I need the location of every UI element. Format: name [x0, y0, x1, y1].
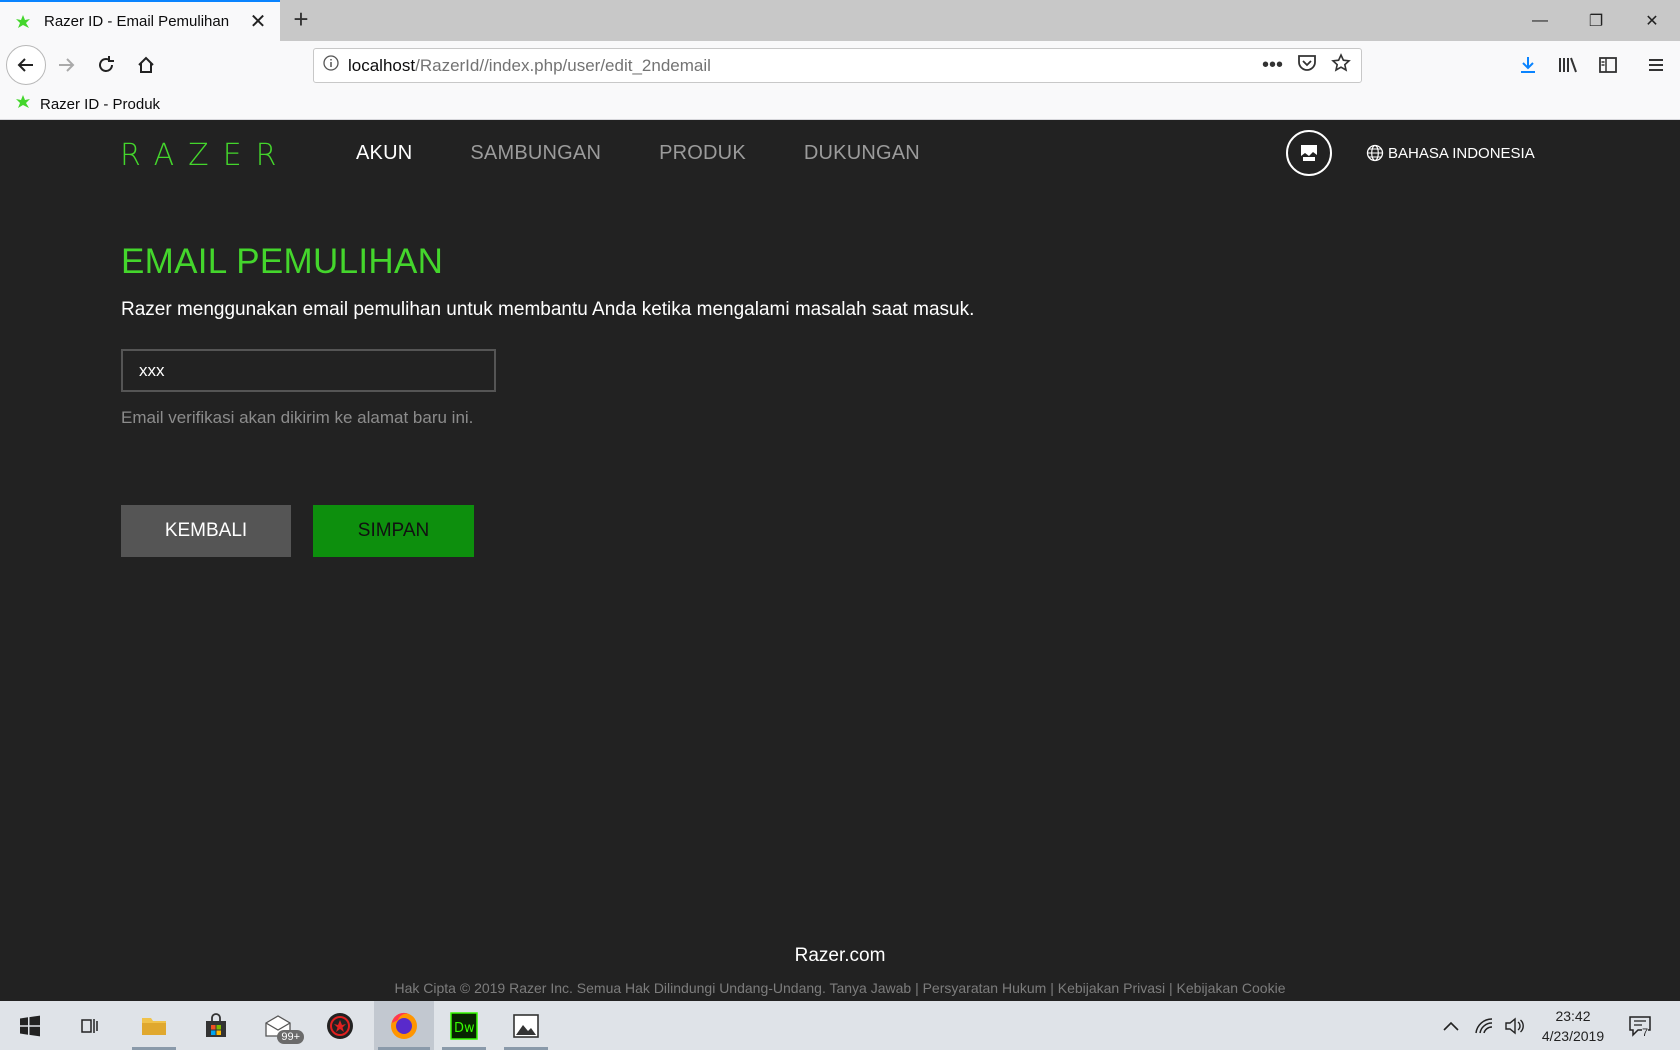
page-title: EMAIL PEMULIHAN: [121, 242, 444, 281]
windows-logo-icon: [20, 1015, 40, 1036]
razer-synapse-icon: [327, 1012, 353, 1039]
store-icon: [206, 1012, 226, 1037]
windows-taskbar: 99+ Dw 23:42 4/23/2019 7: [0, 1001, 1680, 1050]
restore-icon[interactable]: ❐: [1568, 0, 1624, 41]
nav-sambungan[interactable]: SAMBUNGAN: [470, 142, 601, 165]
taskbar-store[interactable]: [190, 1001, 242, 1050]
volume-icon[interactable]: [1504, 1001, 1526, 1050]
start-button[interactable]: [4, 1001, 56, 1050]
hamburger-menu-icon: [1649, 59, 1663, 71]
reload-button[interactable]: [88, 47, 124, 83]
back-button-kembali[interactable]: KEMBALI: [121, 505, 291, 557]
url-bar[interactable]: localhost/RazerId//index.php/user/edit_2…: [313, 48, 1362, 83]
download-icon: [1521, 57, 1535, 73]
page-actions-icon[interactable]: •••: [1262, 54, 1283, 77]
close-window-icon[interactable]: ✕: [1624, 0, 1680, 41]
url-path: /RazerId//index.php/user/edit_2ndemail: [415, 55, 711, 75]
email-hint: Email verifikasi akan dikirim ke alamat …: [121, 408, 474, 427]
photos-icon: [513, 1013, 539, 1038]
footer-brand-link[interactable]: Razer.com: [0, 945, 1680, 967]
page-content: RAZER AKUN SAMBUNGAN PRODUK DUKUNGAN BAH…: [0, 120, 1680, 1001]
task-view-icon: [81, 1018, 98, 1033]
taskbar-file-explorer[interactable]: [128, 1001, 180, 1050]
bookmark-item[interactable]: Razer ID - Produk: [14, 93, 160, 115]
tab-close-icon[interactable]: ✕: [248, 9, 268, 34]
library-button[interactable]: [1550, 47, 1586, 83]
notification-count: 7: [1642, 1027, 1649, 1039]
task-view-button[interactable]: [64, 1001, 116, 1050]
clock-time: 23:42: [1555, 1008, 1591, 1024]
nav-akun[interactable]: AKUN: [356, 142, 412, 165]
bookmark-label: Razer ID - Produk: [40, 95, 161, 113]
main-nav: AKUN SAMBUNGAN PRODUK DUKUNGAN: [356, 142, 920, 165]
razer-favicon-icon: [14, 93, 32, 115]
taskbar-razer-synapse[interactable]: [314, 1001, 366, 1050]
new-tab-button[interactable]: +: [286, 5, 316, 35]
show-hidden-icons[interactable]: [1442, 1001, 1460, 1050]
bookmark-star-icon[interactable]: [1331, 53, 1351, 78]
razer-logo[interactable]: RAZER: [120, 138, 291, 173]
back-button[interactable]: [6, 45, 46, 85]
svg-text:Dw: Dw: [454, 1021, 475, 1036]
save-button[interactable]: SIMPAN: [313, 505, 474, 557]
folder-icon: [142, 1017, 166, 1035]
recovery-email-input[interactable]: [121, 349, 496, 392]
network-icon[interactable]: [1474, 1001, 1496, 1050]
system-clock[interactable]: 23:42 4/23/2019: [1528, 1006, 1618, 1046]
notification-icon: [1629, 1015, 1651, 1037]
forward-button[interactable]: [48, 47, 84, 83]
language-label: BAHASA INDONESIA: [1388, 144, 1535, 162]
home-button[interactable]: [128, 47, 164, 83]
globe-icon: [1366, 144, 1384, 162]
avatar[interactable]: [1286, 130, 1332, 176]
action-center-button[interactable]: 7: [1628, 1001, 1652, 1050]
clock-date: 4/23/2019: [1541, 1028, 1605, 1044]
forward-arrow-icon: [59, 58, 75, 72]
pocket-icon[interactable]: [1297, 54, 1317, 77]
nav-produk[interactable]: PRODUK: [659, 142, 746, 165]
taskbar-firefox[interactable]: [374, 1001, 434, 1050]
dreamweaver-icon: Dw: [450, 1011, 478, 1040]
nav-dukungan[interactable]: DUKUNGAN: [804, 142, 920, 165]
tab-title: Razer ID - Email Pemulihan: [44, 13, 230, 30]
taskbar-photos[interactable]: [500, 1001, 552, 1050]
taskbar-dreamweaver[interactable]: Dw: [438, 1001, 490, 1050]
browser-tab-active[interactable]: Razer ID - Email Pemulihan ✕: [0, 0, 280, 41]
site-info-icon[interactable]: [314, 55, 348, 76]
minimize-icon[interactable]: —: [1512, 0, 1568, 41]
browser-tab-bar: Razer ID - Email Pemulihan ✕ + — ❐ ✕: [0, 0, 1680, 41]
taskbar-mail[interactable]: 99+: [252, 1001, 304, 1050]
sidebar-icon: [1599, 57, 1617, 73]
sidebar-button[interactable]: [1590, 47, 1626, 83]
footer-legal-links[interactable]: Hak Cipta © 2019 Razer Inc. Semua Hak Di…: [0, 980, 1680, 996]
menu-button[interactable]: [1638, 47, 1674, 83]
url-text: localhost/RazerId//index.php/user/edit_2…: [348, 56, 1262, 76]
back-arrow-icon: [17, 58, 33, 72]
chevron-up-icon: [1443, 1021, 1459, 1031]
broken-image-icon: [1301, 145, 1317, 161]
library-icon: [1559, 57, 1577, 73]
language-selector[interactable]: BAHASA INDONESIA: [1366, 144, 1535, 162]
reload-icon: [99, 56, 114, 72]
razer-favicon-icon: [14, 13, 32, 31]
firefox-icon: [391, 1012, 417, 1039]
home-icon: [138, 56, 154, 73]
downloads-button[interactable]: [1510, 47, 1546, 83]
bookmarks-toolbar: Razer ID - Produk: [0, 89, 1680, 120]
page-description: Razer menggunakan email pemulihan untuk …: [121, 299, 975, 320]
url-host: localhost: [348, 55, 416, 75]
mail-badge: 99+: [277, 1030, 304, 1044]
browser-toolbar: localhost/RazerId//index.php/user/edit_2…: [0, 41, 1680, 89]
